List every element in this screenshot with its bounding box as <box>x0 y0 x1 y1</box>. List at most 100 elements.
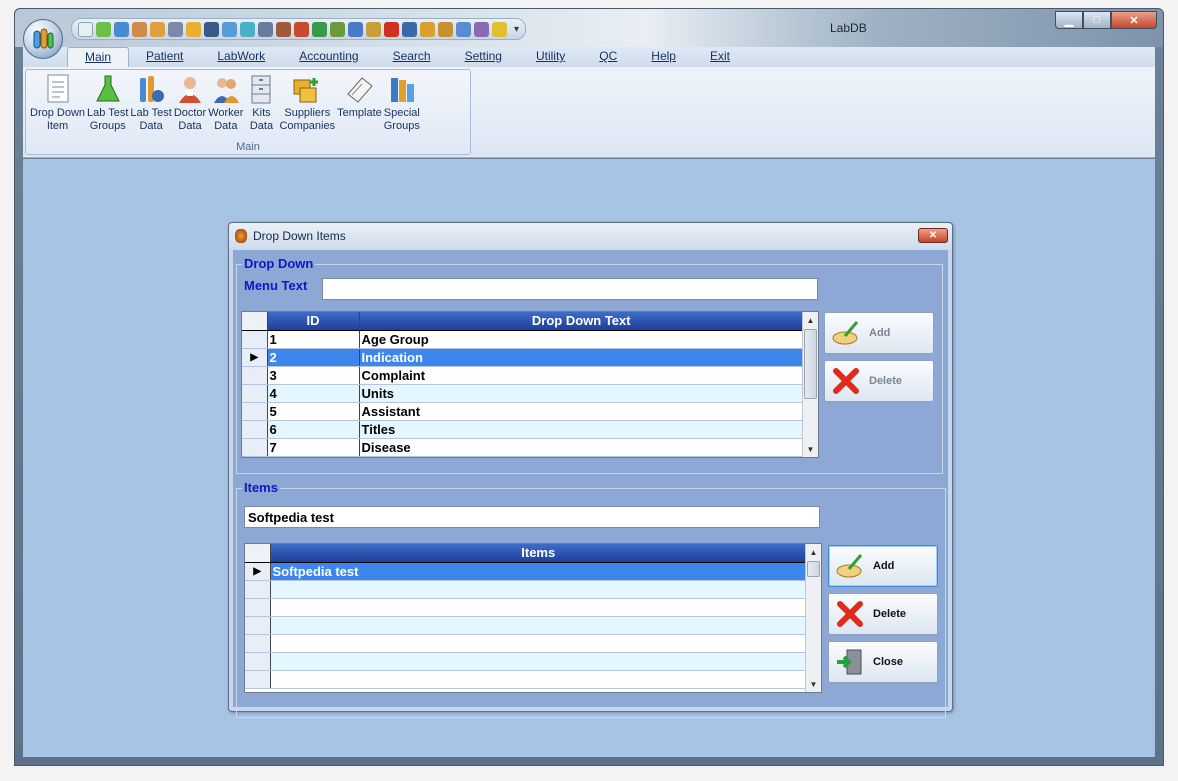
flask-icon[interactable] <box>96 21 111 37</box>
report-icon[interactable] <box>492 21 507 37</box>
tab-exit[interactable]: Exit <box>693 47 747 67</box>
scroll-up-arrow-icon[interactable]: ▲ <box>803 312 818 328</box>
table-row[interactable]: 4 Units <box>242 384 804 403</box>
scroll-up-arrow-icon[interactable]: ▲ <box>806 544 821 560</box>
tab-help[interactable]: Help <box>634 47 693 67</box>
row-selector[interactable] <box>245 580 271 599</box>
template-button[interactable]: Template <box>336 73 383 133</box>
cell-id[interactable]: 2 <box>267 348 360 367</box>
row-selector[interactable] <box>242 384 268 403</box>
row-selector[interactable]: ▶ <box>242 348 268 367</box>
table-row[interactable]: ▶ 2 Indication <box>242 348 804 367</box>
cell-drop-down-text[interactable]: Indication <box>359 348 804 367</box>
mail-icon[interactable] <box>348 21 363 37</box>
drop-down-item-button[interactable]: Drop Down Item <box>29 73 86 133</box>
people-icon[interactable] <box>240 21 255 37</box>
cell-id[interactable]: 1 <box>267 330 360 349</box>
cell-item[interactable] <box>270 598 807 617</box>
dropdown-delete-button[interactable]: Delete <box>824 360 934 402</box>
tab-setting[interactable]: Setting <box>448 47 519 67</box>
row-selector[interactable] <box>245 670 271 689</box>
scroll-thumb[interactable] <box>804 329 817 399</box>
table-row[interactable]: 3 Complaint <box>242 366 804 385</box>
tools-icon[interactable] <box>222 21 237 37</box>
doctor-data-button[interactable]: Doctor Data <box>173 73 207 133</box>
scroll-thumb[interactable] <box>807 561 820 577</box>
table-row[interactable] <box>245 598 807 617</box>
cell-item[interactable] <box>270 634 807 653</box>
lab-test-data-button[interactable]: Lab Test Data <box>129 73 172 133</box>
drop-down-grid-scrollbar[interactable]: ▲ ▼ <box>802 312 818 457</box>
app-menu-orb[interactable] <box>23 19 63 59</box>
tab-utility[interactable]: Utility <box>519 47 582 67</box>
monitor-icon[interactable] <box>402 21 417 37</box>
items-add-button[interactable]: Add <box>828 545 938 587</box>
row-selector[interactable] <box>242 330 268 349</box>
table-row[interactable]: 1 Age Group <box>242 330 804 349</box>
cell-item[interactable] <box>270 580 807 599</box>
row-selector[interactable] <box>245 652 271 671</box>
cell-item[interactable] <box>270 616 807 635</box>
column-header-drop-down-text[interactable]: Drop Down Text <box>359 312 804 331</box>
cell-drop-down-text[interactable]: Titles <box>359 420 804 439</box>
cell-item[interactable]: Softpedia test <box>270 562 807 581</box>
cell-id[interactable]: 7 <box>267 438 360 457</box>
menu-text-input[interactable] <box>322 278 818 300</box>
column-header-id[interactable]: ID <box>267 312 360 331</box>
cell-drop-down-text[interactable]: Units <box>359 384 804 403</box>
maximize-button[interactable]: □ <box>1083 11 1111 29</box>
tab-main[interactable]: Main <box>67 47 130 67</box>
edit-icon[interactable] <box>474 21 489 37</box>
table-row[interactable] <box>245 616 807 635</box>
user-icon[interactable] <box>204 21 219 37</box>
cabinet-icon[interactable] <box>168 21 183 37</box>
scroll-down-arrow-icon[interactable]: ▼ <box>803 441 818 457</box>
close-button[interactable]: ✕ <box>1111 11 1157 29</box>
scroll-down-arrow-icon[interactable]: ▼ <box>806 676 821 692</box>
cell-drop-down-text[interactable]: Age Group <box>359 330 804 349</box>
row-selector[interactable] <box>242 438 268 457</box>
lab-test-groups-button[interactable]: Lab Test Groups <box>86 73 129 133</box>
plant-icon[interactable] <box>312 21 327 37</box>
row-selector[interactable] <box>242 402 268 421</box>
table-row[interactable] <box>245 580 807 599</box>
table-row[interactable] <box>245 670 807 689</box>
dialog-close-button[interactable]: ✕ <box>918 228 948 243</box>
table-row[interactable] <box>245 634 807 653</box>
drop-down-grid[interactable]: ID Drop Down Text 1 Age Group ▶ 2 Indication… <box>241 311 819 458</box>
cell-drop-down-text[interactable]: Assistant <box>359 402 804 421</box>
tab-search[interactable]: Search <box>376 47 448 67</box>
special-groups-button[interactable]: Special Groups <box>383 73 421 133</box>
bird-icon[interactable] <box>294 21 309 37</box>
cell-id[interactable]: 4 <box>267 384 360 403</box>
tab-qc[interactable]: QC <box>582 47 634 67</box>
test-data-icon[interactable] <box>114 21 129 37</box>
items-grid[interactable]: Items ▶ Softpedia test ▲ ▼ <box>244 543 822 693</box>
table-row[interactable]: 5 Assistant <box>242 402 804 421</box>
row-selector[interactable] <box>245 598 271 617</box>
cell-id[interactable]: 5 <box>267 402 360 421</box>
cell-id[interactable]: 6 <box>267 420 360 439</box>
table-row[interactable]: 6 Titles <box>242 420 804 439</box>
row-selector[interactable]: ▶ <box>245 562 271 581</box>
customize-qat-chevron-icon[interactable]: ▾ <box>514 24 519 35</box>
suppliers-companies-button[interactable]: Suppliers Companies <box>278 73 336 133</box>
row-selector[interactable] <box>242 420 268 439</box>
worker-icon[interactable] <box>150 21 165 37</box>
cell-drop-down-text[interactable]: Disease <box>359 438 804 457</box>
kits-data-button[interactable]: Kits Data <box>244 73 278 133</box>
cell-item[interactable] <box>270 670 807 689</box>
doc-icon[interactable] <box>78 21 93 37</box>
cell-id[interactable]: 3 <box>267 366 360 385</box>
tab-patient[interactable]: Patient <box>129 47 200 67</box>
doctor-icon[interactable] <box>132 21 147 37</box>
row-selector[interactable] <box>245 616 271 635</box>
column-header-items[interactable]: Items <box>270 544 807 563</box>
key-icon[interactable] <box>438 21 453 37</box>
chart-icon[interactable] <box>456 21 471 37</box>
cell-drop-down-text[interactable]: Complaint <box>359 366 804 385</box>
group-icon[interactable] <box>420 21 435 37</box>
row-selector[interactable] <box>242 366 268 385</box>
boxes-icon[interactable] <box>186 21 201 37</box>
row-selector[interactable] <box>245 634 271 653</box>
